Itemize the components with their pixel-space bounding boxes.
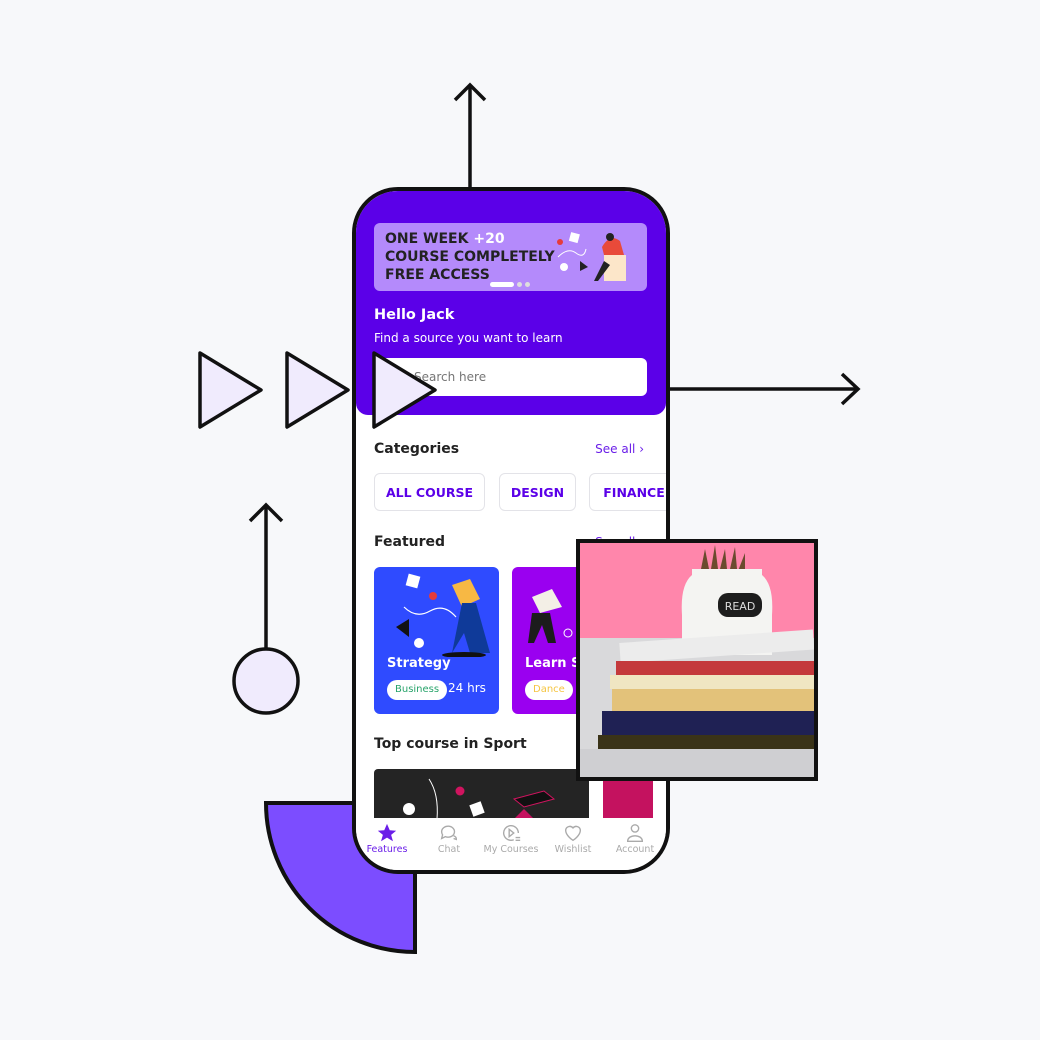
play-triangle-shape [372,351,437,429]
jar-label: READ [725,600,756,613]
books-photo: READ [576,539,818,781]
triangles-layer [198,351,437,429]
play-triangle-shape [285,351,350,429]
books-jar-image: READ [580,545,814,777]
play-triangle-shape [198,351,263,429]
